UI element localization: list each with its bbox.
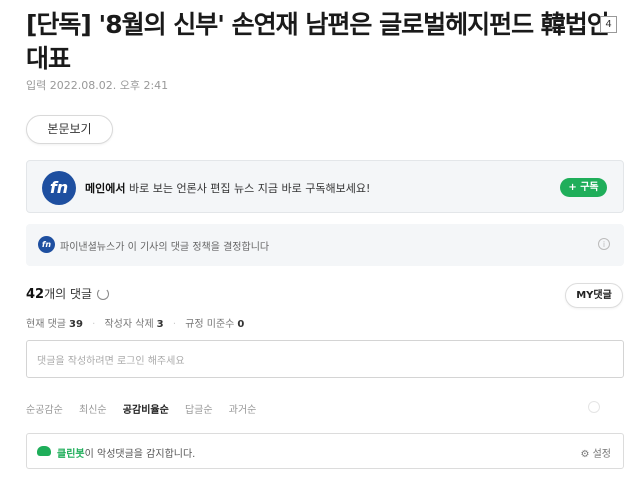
stat-separator: · — [92, 319, 96, 330]
sort-options: 순공감순 최신순 공감비율순 답글순 과거순 — [26, 401, 269, 416]
policy-text: 파이낸셜뉴스가 이 기사의 댓글 정책을 결정합니다 — [60, 242, 270, 253]
stat-deleted-label: 작성자 삭제 — [104, 319, 154, 330]
cleanbot-bar: 클린봇이 악성댓글을 감지합니다. ⚙ 설정 — [26, 433, 624, 469]
stat-violation-value: 0 — [237, 319, 245, 330]
sort-option-active[interactable]: 공감비율순 — [123, 405, 169, 416]
info-icon[interactable]: i — [598, 238, 610, 250]
comment-input[interactable]: 댓글을 작성하려면 로그인 해주세요 — [26, 340, 624, 378]
stat-separator: · — [172, 319, 176, 330]
settings-label: 설정 — [592, 449, 611, 460]
cleanbot-message: 이 악성댓글을 감지합니다. — [84, 449, 196, 460]
cleanbot-name: 클린봇 — [57, 449, 85, 460]
view-body-button[interactable]: 본문보기 — [26, 115, 113, 144]
publish-date: 입력 2022.08.02. 오후 2:41 — [26, 79, 169, 92]
comment-count: 42개의 댓글 — [26, 285, 110, 302]
stat-current-label: 현재 댓글 — [26, 319, 66, 330]
page-number-badge: 4 — [600, 16, 617, 33]
promo-lead: 메인에서 — [85, 182, 126, 195]
press-logo-small-icon: fn — [38, 236, 55, 253]
cleanbot-text: 클린봇이 악성댓글을 감지합니다. — [57, 445, 195, 460]
promo-text: 메인에서 바로 보는 언론사 편집 뉴스 지금 바로 구독해보세요! — [85, 180, 370, 196]
gear-icon: ⚙ — [580, 449, 590, 460]
promo-message: 바로 보는 언론사 편집 뉴스 지금 바로 구독해보세요! — [125, 182, 371, 195]
article-headline: [단독] '8월의 신부' 손연재 남편은 글로벌헤지펀드 韓법인 대표 — [26, 10, 610, 73]
sort-option[interactable]: 순공감순 — [26, 405, 63, 416]
stat-deleted-value: 3 — [156, 319, 164, 330]
cleanbot-settings[interactable]: ⚙ 설정 — [580, 445, 611, 460]
sort-settings-icon[interactable] — [588, 401, 600, 413]
sort-option[interactable]: 답글순 — [185, 405, 213, 416]
comment-stats: 현재 댓글 39 · 작성자 삭제 3 · 규정 미준수 0 — [26, 315, 244, 330]
comment-count-number: 42 — [26, 287, 45, 302]
subscribe-button[interactable]: + 구독 — [560, 178, 607, 197]
comment-count-label: 개의 댓글 — [44, 287, 93, 301]
cleanbot-icon — [37, 446, 51, 456]
stat-violation-label: 규정 미준수 — [185, 319, 235, 330]
subscribe-promo-banner: fn 메인에서 바로 보는 언론사 편집 뉴스 지금 바로 구독해보세요! + … — [26, 160, 624, 213]
refresh-icon[interactable] — [97, 288, 110, 300]
sort-option[interactable]: 과거순 — [229, 405, 257, 416]
press-logo-icon[interactable]: fn — [42, 171, 76, 205]
my-comments-button[interactable]: MY댓글 — [565, 283, 623, 308]
stat-current-value: 39 — [68, 319, 83, 330]
comment-policy-notice: fn 파이낸셜뉴스가 이 기사의 댓글 정책을 결정합니다 i — [26, 224, 624, 266]
sort-option[interactable]: 최신순 — [79, 405, 107, 416]
